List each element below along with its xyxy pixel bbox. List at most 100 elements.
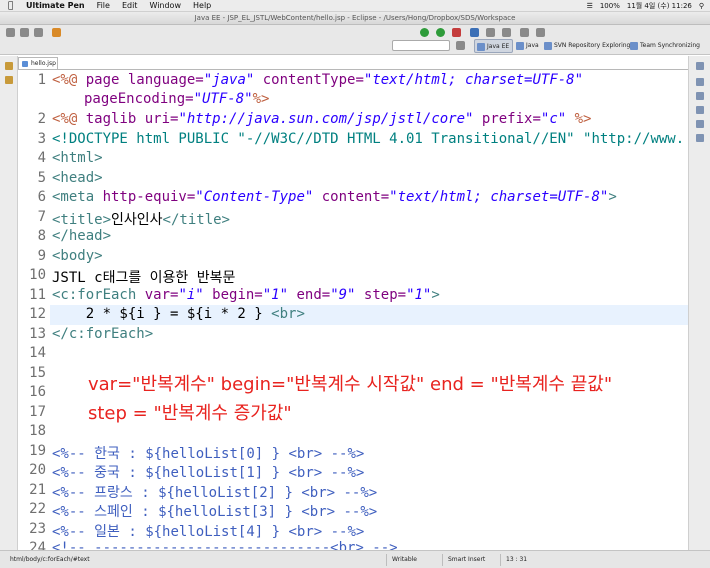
restore-view-icon[interactable] [5,62,13,70]
right-trim-bar [688,56,710,550]
attr-name: begin= [203,287,263,303]
status-cursor-position: 13 : 31 [506,556,528,563]
attr-name: uri= [144,111,179,127]
status-bar: html/body/c:forEach/#text Writable Smart… [0,550,710,568]
menu-app-name[interactable]: Ultimate Pen [26,0,85,11]
code-line-8: </head> [52,228,112,244]
line-number: 5 [37,170,46,186]
attr-value: "9" [330,287,356,303]
tag-open: <c:forEach [52,287,145,303]
external-tools-icon[interactable] [452,28,461,37]
debug-icon[interactable] [420,28,429,37]
status-breadcrumb-path: html/body/c:forEach/#text [10,556,90,563]
restore-view-icon[interactable] [696,62,704,70]
attr-value: "text/html; charset=UTF-8" [363,72,584,88]
line-number: 4 [37,150,46,166]
code-line-5: <head> [52,170,103,186]
open-type-icon[interactable] [486,28,495,37]
code-line-3: <!DOCTYPE html PUBLIC "-//W3C//DTD HTML … [52,131,685,147]
code-line-2: <%@ taglib uri="http://java.sun.com/jsp/… [52,111,592,127]
menu-edit[interactable]: Edit [122,0,138,11]
code-line-1: <%@ page language="java" contentType="te… [52,72,583,88]
perspective-java-ee[interactable]: Java EE [474,39,514,53]
jsp-directive-close: %> [252,91,270,107]
br-tag: <br> [271,306,305,322]
menubar-status-area: ☰ 100% 11월 4일 (수) 11:26 ⚲ [580,0,710,11]
line-number: 6 [37,189,46,205]
project-explorer-icon[interactable] [5,76,13,84]
markers-icon[interactable] [696,106,704,114]
wifi-icon[interactable]: ☰ [587,0,593,11]
tag-close: > [431,287,440,303]
line-number: 14 [29,345,46,361]
line-number: 19 [29,443,46,459]
window-title: Java EE - JSP_EL_JSTL/WebContent/hello.j… [194,14,516,22]
attr-name: http-equiv= [102,189,196,205]
code-line-10: JSTL c태그를 이용한 반복문 [52,270,236,286]
line-number: 16 [29,384,46,400]
line-number: 21 [29,482,46,498]
attr-name: content= [313,189,390,205]
outline-icon[interactable] [696,78,704,86]
forward-icon[interactable] [536,28,545,37]
code-line-1-cont: pageEncoding="UTF-8"%> [84,91,269,107]
attr-value: "c" [540,111,567,127]
servers-icon[interactable] [696,134,704,142]
task-list-icon[interactable] [696,92,704,100]
tag-open: <title> [52,212,112,228]
new-class-icon[interactable] [470,28,479,37]
attr-value: "Content-Type" [195,189,314,205]
directive-name: page [85,72,128,88]
search-toolbar-icon[interactable] [502,28,511,37]
left-trim-bar [0,56,18,550]
menu-file[interactable]: File [97,0,110,11]
tag-close: > [608,189,617,205]
line-number: 3 [37,131,46,147]
status-separator [500,554,501,566]
line-number: 7 [37,209,46,225]
line-number: 15 [29,365,46,381]
menu-help[interactable]: Help [193,0,211,11]
code-line-7: <title>인사인사</title> [52,209,230,229]
apple-icon[interactable]:  [8,0,18,11]
perspective-java[interactable]: Java [514,39,539,53]
properties-icon[interactable] [696,120,704,128]
open-perspective-icon[interactable] [456,41,465,50]
print-icon[interactable] [34,28,43,37]
run-icon[interactable] [436,28,445,37]
attr-value: "i" [178,287,204,303]
jsp-directive-open: <%@ [52,111,86,127]
code-line-12: <c:forEach var="i" begin="1" end="9" ste… [52,287,440,303]
back-icon[interactable] [520,28,529,37]
menu-window[interactable]: Window [149,0,181,11]
attr-value: "1" [262,287,289,303]
perspective-svn[interactable]: SVN Repository Exploring [542,39,630,53]
quick-access-input[interactable] [392,40,450,51]
editor-tab-hello-jsp[interactable]: hello.jsp [18,57,58,69]
new-icon[interactable] [6,28,15,37]
main-toolbar: Java EE Java SVN Repository Exploring Te… [0,25,710,55]
code-line-25: <!-- ----------------------------<br> --… [52,540,398,550]
attr-name: end= [288,287,331,303]
directive-name: taglib [85,111,145,127]
code-line-13: 2 * ${i } = ${i * 2 } <br> [52,306,305,322]
attr-value: "1" [406,287,432,303]
code-editor[interactable]: 1 2 3 4 5 6 7 8 9 10 11 12 13 14 15 16 1… [18,69,688,550]
el-expression: 2 * ${i } = ${i * 2 } [52,306,272,322]
jsp-directive-close: %> [566,111,592,127]
line-number: 12 [29,306,46,322]
code-line-22: <%-- 프랑스 : ${helloList[2] } <br> --%> [52,485,378,501]
line-number: 24 [29,540,46,550]
code-line-14: </c:forEach> [52,326,154,342]
save-icon[interactable] [20,28,29,37]
clock[interactable]: 11월 4일 (수) 11:26 [627,0,692,11]
line-number: 13 [29,326,46,342]
status-separator [442,554,443,566]
tag-close: </title> [162,212,230,228]
attr-name: step= [355,287,407,303]
server-icon[interactable] [52,28,61,37]
status-writable: Writable [392,556,417,563]
code-line-21: <%-- 중국 : ${helloList[1] } <br> --%> [52,465,365,481]
perspective-team-sync[interactable]: Team Synchronizing [628,39,700,53]
search-icon[interactable]: ⚲ [699,0,704,11]
